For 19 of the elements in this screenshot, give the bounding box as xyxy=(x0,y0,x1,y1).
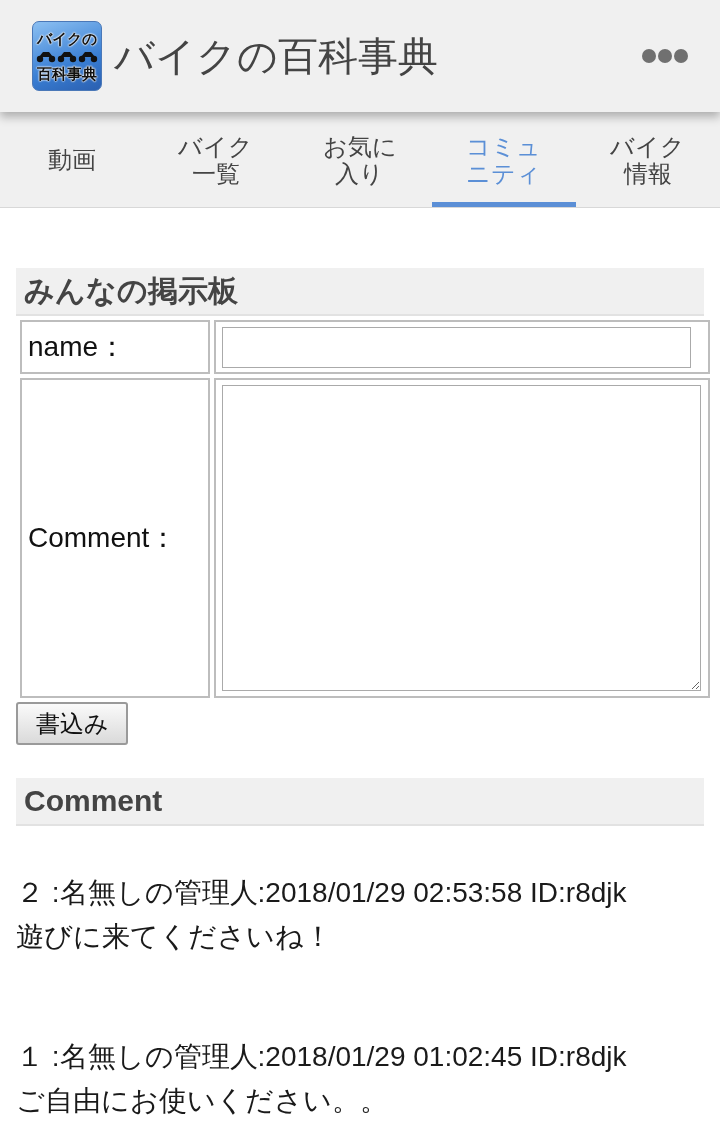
post-body: ご自由にお使いください。。 xyxy=(16,1084,389,1118)
submit-button[interactable]: 書込み xyxy=(16,702,128,745)
app-title: バイクの百科事典 xyxy=(114,33,439,80)
field-label: name： xyxy=(28,331,127,362)
nav-tab[interactable]: バイク情報 xyxy=(576,112,720,207)
post-header: １ :名無しの管理人:2018/01/29 01:02:45 ID:r8djk xyxy=(16,1040,628,1074)
more-icon[interactable] xyxy=(642,49,688,63)
nav-tab[interactable]: 動画 xyxy=(0,112,144,207)
section-heading: みんなの掲示板 xyxy=(16,268,704,316)
name-input[interactable] xyxy=(222,326,691,368)
post-body: 遊びに来てくださいね！ xyxy=(16,920,333,954)
post-header: ２ :名無しの管理人:2018/01/29 02:53:58 ID:r8djk xyxy=(16,876,628,910)
nav-tab[interactable]: バイク一覧 xyxy=(144,112,288,207)
logo-text: バイクの xyxy=(37,30,97,47)
motorcycles-drawing xyxy=(36,49,98,63)
field-label: Comment： xyxy=(28,522,178,553)
section-heading: Comment xyxy=(16,778,704,826)
logo-text: 百科事典 xyxy=(37,65,97,82)
nav-tab[interactable]: お気に入り xyxy=(288,112,432,207)
